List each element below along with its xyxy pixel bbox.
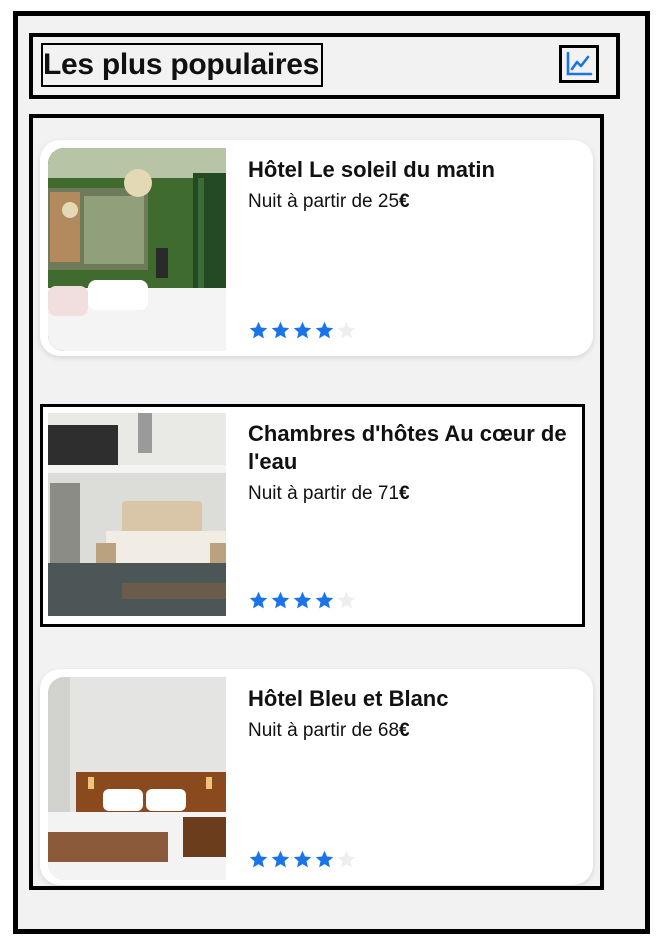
- star-filled-icon: [315, 850, 334, 868]
- hotel-name: Hôtel Bleu et Blanc: [248, 686, 449, 711]
- star-empty-icon: [337, 321, 356, 339]
- star-rating: [248, 849, 357, 870]
- price-currency: €: [399, 191, 410, 212]
- hotel-name: Hôtel Le soleil du matin: [248, 157, 495, 182]
- price-currency: €: [399, 483, 410, 504]
- hotel-price: Nuit à partir de 68€: [248, 719, 575, 743]
- price-value: 71: [377, 483, 400, 504]
- star-rating: [248, 320, 357, 341]
- price-prefix: Nuit à partir de: [248, 483, 378, 504]
- chart-line-icon: [566, 51, 593, 76]
- chart-button[interactable]: [559, 45, 599, 83]
- star-filled-icon: [271, 591, 290, 609]
- star-filled-icon: [249, 591, 268, 609]
- star-empty-icon: [337, 850, 356, 868]
- price-prefix: Nuit à partir de: [248, 191, 378, 212]
- hotel-photo: [48, 413, 226, 616]
- price-value: 68: [377, 720, 400, 741]
- price-value: 25: [377, 191, 400, 212]
- price-prefix: Nuit à partir de: [248, 720, 378, 741]
- hotel-name: Chambres d'hôtes Au cœur de l'eau: [248, 421, 567, 474]
- star-rating: [248, 590, 357, 611]
- star-empty-icon: [337, 591, 356, 609]
- star-filled-icon: [315, 321, 334, 339]
- hotel-list: Hôtel Le soleil du matin Nuit à partir d…: [29, 114, 604, 890]
- star-filled-icon: [293, 591, 312, 609]
- hotel-price: Nuit à partir de 71€: [248, 482, 567, 506]
- star-filled-icon: [271, 850, 290, 868]
- star-filled-icon: [249, 321, 268, 339]
- hotel-price: Nuit à partir de 25€: [248, 190, 575, 214]
- section-header: Les plus populaires: [29, 33, 620, 99]
- star-filled-icon: [293, 321, 312, 339]
- star-filled-icon: [315, 591, 334, 609]
- hotel-card[interactable]: Chambres d'hôtes Au cœur de l'eau Nuit à…: [40, 404, 585, 627]
- section-title: Les plus populaires: [41, 43, 324, 87]
- star-filled-icon: [249, 850, 268, 868]
- star-filled-icon: [271, 321, 290, 339]
- hotel-card[interactable]: Hôtel Bleu et Blanc Nuit à partir de 68€: [40, 669, 593, 885]
- hotel-card[interactable]: Hôtel Le soleil du matin Nuit à partir d…: [40, 140, 593, 356]
- hotel-photo: [48, 677, 226, 880]
- star-filled-icon: [293, 850, 312, 868]
- price-currency: €: [399, 720, 410, 741]
- hotel-photo: [48, 148, 226, 351]
